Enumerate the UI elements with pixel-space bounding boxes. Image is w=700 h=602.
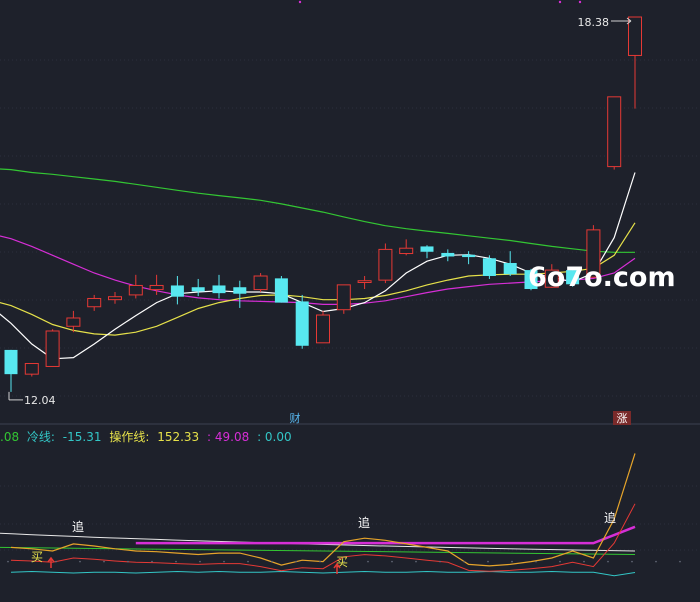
candle-body xyxy=(316,314,330,344)
zero-dot xyxy=(679,560,681,563)
event-label-cai: 财 xyxy=(290,411,301,425)
buy-signal: 买 xyxy=(31,550,43,564)
candle-body xyxy=(462,254,476,258)
candle-body xyxy=(253,275,268,291)
candle-body xyxy=(191,287,205,292)
chase-signal: 追 xyxy=(604,510,616,525)
cold-line-value: -15.31 xyxy=(62,430,102,444)
low-label: 12.04 xyxy=(24,394,56,407)
candle-body xyxy=(233,287,247,294)
candle-body xyxy=(357,280,372,284)
candle-body xyxy=(45,330,60,367)
zero-dot xyxy=(559,560,561,563)
stock-chart: 买买追追追 18.3812.04财涨 xyxy=(0,0,700,602)
zero-dot xyxy=(463,560,465,563)
candle-body xyxy=(607,96,622,168)
zero-dot xyxy=(415,560,417,563)
zero-dot xyxy=(439,560,441,563)
indicator-value-3: : 49.08 xyxy=(207,430,250,444)
zero-dot xyxy=(55,560,57,563)
cold-line-label: 冷线: xyxy=(26,430,55,444)
zero-dot xyxy=(319,560,321,563)
zero-dot xyxy=(535,560,537,563)
zero-dot xyxy=(391,560,393,563)
zero-dot xyxy=(7,560,9,563)
candle-body xyxy=(87,297,102,308)
high-label: 18.38 xyxy=(578,16,610,29)
chase-signal: 追 xyxy=(358,515,370,530)
zero-dot xyxy=(103,560,105,563)
zero-dot xyxy=(295,560,297,563)
watermark: 6o7o.com xyxy=(528,262,676,293)
candle-body xyxy=(336,284,351,311)
candle-body xyxy=(108,296,122,301)
op-line-label: 操作线: xyxy=(109,430,150,444)
candle-body xyxy=(212,285,226,294)
top-dot xyxy=(558,0,562,4)
zero-dot xyxy=(511,560,513,563)
zero-dot xyxy=(271,560,273,563)
candle-body xyxy=(170,285,184,297)
indicator-value-4: : 0.00 xyxy=(257,430,292,444)
candle-body xyxy=(482,258,496,276)
candle-body xyxy=(24,363,39,375)
candle-body xyxy=(628,16,642,56)
zero-dot xyxy=(487,560,489,563)
indicator-legend: .08 冷线: -15.31 操作线: 152.33 : 49.08 : 0.0… xyxy=(0,428,296,444)
top-dot xyxy=(298,0,302,4)
zero-dot xyxy=(367,560,369,563)
candle-body xyxy=(66,317,81,327)
zero-dot xyxy=(583,560,585,563)
zero-dot xyxy=(175,560,177,563)
zero-dot xyxy=(151,560,153,563)
zero-dot xyxy=(247,560,249,563)
candle-body xyxy=(503,262,517,275)
buy-signal: 买 xyxy=(336,555,348,569)
candle-body xyxy=(378,248,393,281)
candle-body xyxy=(441,252,455,257)
candle-body xyxy=(128,284,143,296)
candle-body xyxy=(399,247,414,255)
candle-body xyxy=(274,278,288,303)
zero-dot xyxy=(223,560,225,563)
zero-dot xyxy=(607,560,609,563)
candle-body xyxy=(420,246,434,252)
candle-body xyxy=(4,349,18,375)
candle-body xyxy=(149,284,164,291)
zero-dot xyxy=(199,560,201,563)
event-label-zhang: 涨 xyxy=(617,412,628,425)
zero-dot xyxy=(655,560,657,563)
candle-body xyxy=(295,301,309,346)
zero-dot xyxy=(631,560,633,563)
op-line-value: 152.33 xyxy=(157,430,200,444)
indicator-value-0: .08 xyxy=(0,430,20,444)
zero-dot xyxy=(79,560,81,563)
zero-dot xyxy=(127,560,129,563)
top-dot xyxy=(578,0,582,4)
chase-signal: 追 xyxy=(72,519,84,534)
